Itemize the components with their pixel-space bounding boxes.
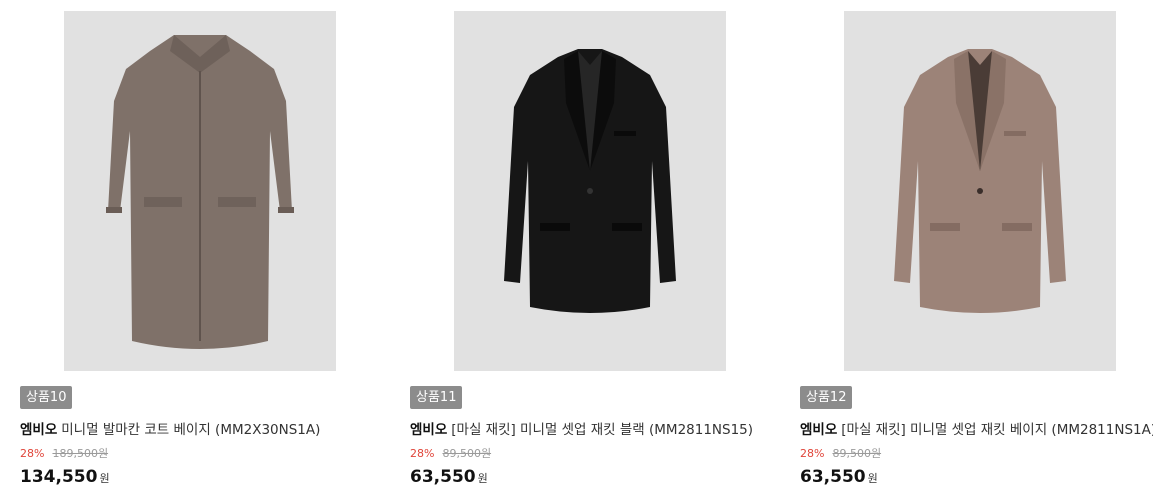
product-image-link[interactable] — [20, 11, 382, 371]
price-discount-line: 28% 189,500원 — [20, 446, 108, 462]
product-name: [마실 재킷] 미니멀 셋업 재킷 베이지 (MM2811NS1A) — [841, 422, 1153, 438]
jacket-image — [504, 49, 676, 313]
product-brand: 엠비오 — [20, 422, 58, 438]
product-card[interactable]: 상품10 엠비오 미니멀 발마칸 코트 베이지 (MM2X30NS1A) 28% 1… — [20, 0, 382, 492]
product-grid: 상품10 엠비오 미니멀 발마칸 코트 베이지 (MM2X30NS1A) 28% 1… — [0, 0, 1153, 492]
product-card[interactable]: 상품11 엠비오 [마실 재킷] 미니멀 셋업 재킷 블랙 (MM2811NS15… — [410, 0, 772, 492]
product-number-badge: 상품11 — [410, 386, 463, 409]
price-discount-line: 28% 89,500원 — [800, 446, 881, 462]
product-title[interactable]: 엠비오 [마실 재킷] 미니멀 셋업 재킷 베이지 (MM2811NS1A) — [800, 421, 1153, 439]
sale-price-value: 63,550 — [800, 467, 866, 487]
currency-unit: 원 — [867, 472, 878, 485]
product-title[interactable]: 엠비오 [마실 재킷] 미니멀 셋업 재킷 블랙 (MM2811NS15) — [410, 421, 772, 439]
sale-price-value: 63,550 — [410, 467, 476, 487]
sale-price: 134,550 원 — [20, 465, 110, 491]
sale-price: 63,550 원 — [410, 465, 488, 491]
product-card[interactable]: 상품12 엠비오 [마실 재킷] 미니멀 셋업 재킷 베이지 (MM2811NS1… — [800, 0, 1153, 492]
product-image-link[interactable] — [410, 11, 772, 371]
currency-unit: 원 — [99, 472, 110, 485]
discount-rate: 28% — [800, 447, 825, 460]
sale-price: 63,550 원 — [800, 465, 878, 491]
discount-rate: 28% — [410, 447, 435, 460]
sale-price-value: 134,550 — [20, 467, 98, 487]
product-image-link[interactable] — [800, 11, 1153, 371]
discount-rate: 28% — [20, 447, 45, 460]
original-price: 189,500원 — [52, 447, 109, 460]
coat-image — [106, 35, 294, 349]
product-name: [마실 재킷] 미니멀 셋업 재킷 블랙 (MM2811NS15) — [451, 422, 754, 438]
product-title[interactable]: 엠비오 미니멀 발마칸 코트 베이지 (MM2X30NS1A) — [20, 421, 382, 439]
price-discount-line: 28% 89,500원 — [410, 446, 491, 462]
product-brand: 엠비오 — [410, 422, 448, 438]
jacket-image — [894, 49, 1066, 313]
product-brand: 엠비오 — [800, 422, 838, 438]
original-price: 89,500원 — [442, 447, 492, 460]
original-price: 89,500원 — [832, 447, 882, 460]
product-number-badge: 상품10 — [20, 386, 73, 409]
currency-unit: 원 — [477, 472, 488, 485]
product-number-badge: 상품12 — [800, 386, 853, 409]
product-name: 미니멀 발마칸 코트 베이지 (MM2X30NS1A) — [61, 422, 321, 438]
